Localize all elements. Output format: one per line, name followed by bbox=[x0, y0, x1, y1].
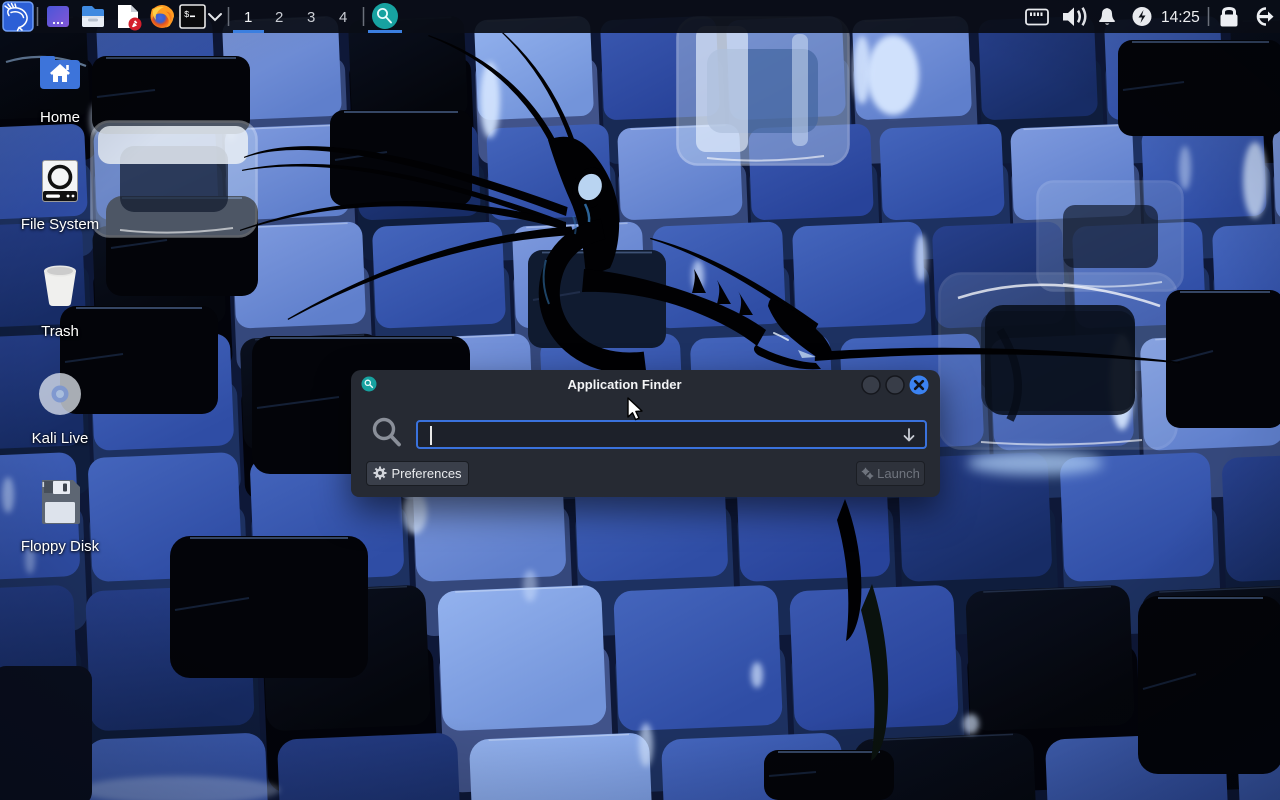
svg-text:$: $ bbox=[184, 10, 190, 20]
svg-text:3: 3 bbox=[307, 9, 315, 26]
svg-text:4: 4 bbox=[339, 9, 347, 26]
svg-text:2: 2 bbox=[275, 9, 283, 26]
svg-text:14:25: 14:25 bbox=[1161, 9, 1200, 26]
svg-text:1: 1 bbox=[244, 9, 252, 26]
